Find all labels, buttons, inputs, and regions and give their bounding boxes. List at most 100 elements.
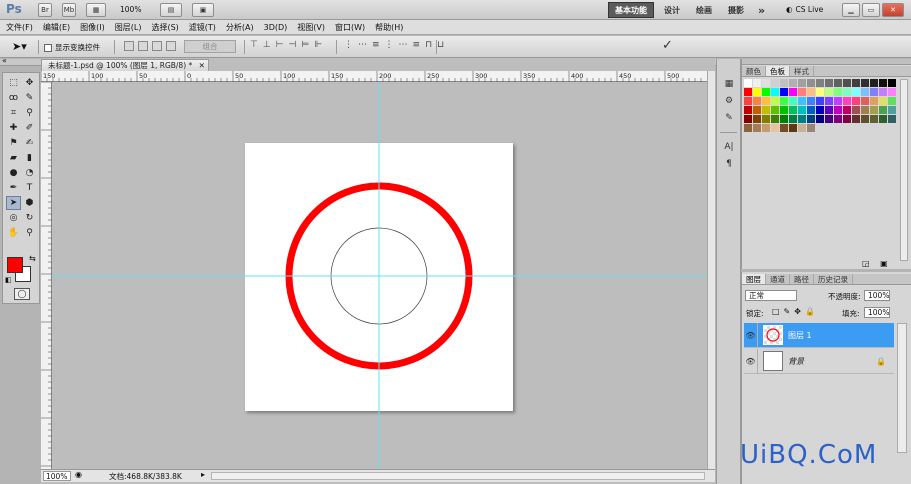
menu-filter[interactable]: 滤镜(T) [189, 22, 216, 33]
swatch[interactable] [753, 97, 761, 105]
lock-icons[interactable]: □✎✥🔒 [772, 307, 819, 316]
swatch[interactable] [879, 106, 887, 114]
swatch[interactable] [843, 88, 851, 96]
restore-button[interactable]: ▭ [862, 3, 880, 17]
paragraph-panel-icon[interactable]: ¶ [720, 157, 738, 171]
marquee-tool-icon[interactable]: ⬚ [6, 76, 21, 90]
tab-color[interactable]: 颜色 [742, 66, 766, 76]
swatch[interactable] [798, 124, 806, 132]
arrange-button[interactable]: ▤ [160, 3, 182, 17]
canvas-area[interactable] [52, 82, 707, 469]
path-select-tool-icon[interactable]: ➤ [6, 196, 21, 210]
swatch[interactable] [789, 106, 797, 114]
swatch[interactable] [870, 79, 878, 87]
gradient-tool-icon[interactable]: ▮ [22, 151, 37, 165]
swatch[interactable] [807, 88, 815, 96]
swatch[interactable] [744, 124, 752, 132]
menu-window[interactable]: 窗口(W) [335, 22, 365, 33]
move-tool-icon[interactable]: ✥ [22, 76, 37, 90]
swatch[interactable] [888, 106, 896, 114]
swatch[interactable] [753, 124, 761, 132]
document-tab[interactable]: 未标题-1.psd @ 100% (图层 1, RGB/8) * ✕ [41, 59, 209, 71]
swatch[interactable] [861, 88, 869, 96]
tab-paths[interactable]: 路径 [790, 274, 814, 284]
swatch[interactable] [753, 88, 761, 96]
swatch[interactable] [870, 97, 878, 105]
swatch[interactable] [753, 79, 761, 87]
swatch[interactable] [852, 106, 860, 114]
swatch[interactable] [879, 97, 887, 105]
swatch[interactable] [807, 97, 815, 105]
tab-channels[interactable]: 通道 [766, 274, 790, 284]
commit-icon[interactable]: ✓ [662, 38, 673, 53]
workspace-photography[interactable]: 摄影 [722, 2, 750, 18]
tab-styles[interactable]: 样式 [790, 66, 814, 76]
view-extras-button[interactable]: ▦ [86, 3, 106, 17]
swatch[interactable] [780, 97, 788, 105]
minimize-button[interactable]: ▁ [842, 3, 860, 17]
layer-row-background[interactable]: 👁 背景 🔒 [744, 348, 894, 374]
path-op-icon[interactable] [166, 41, 176, 51]
swatch[interactable] [798, 106, 806, 114]
blend-mode-select[interactable]: 正常 [745, 290, 797, 301]
close-button[interactable]: ✕ [882, 3, 904, 17]
ruler-vertical[interactable] [41, 82, 52, 469]
swatch[interactable] [843, 115, 851, 123]
visibility-eye-icon[interactable]: 👁 [744, 348, 758, 374]
swatch[interactable] [798, 115, 806, 123]
swatch[interactable] [798, 79, 806, 87]
swatch[interactable] [762, 106, 770, 114]
eraser-tool-icon[interactable]: ▰ [6, 151, 21, 165]
swatch[interactable] [780, 79, 788, 87]
swatch[interactable] [771, 124, 779, 132]
cs-live[interactable]: ◐ CS Live [786, 5, 823, 14]
swatch[interactable] [762, 115, 770, 123]
swatch[interactable] [744, 115, 752, 123]
swatch[interactable] [870, 106, 878, 114]
bridge-button[interactable]: Br [38, 3, 52, 17]
swatch[interactable] [816, 88, 824, 96]
layer-row-1[interactable]: 👁 图层 1 [744, 322, 894, 348]
swatch[interactable] [861, 106, 869, 114]
swatch[interactable] [771, 106, 779, 114]
checkbox[interactable] [44, 43, 52, 52]
swatch[interactable] [780, 124, 788, 132]
horizontal-scrollbar[interactable] [211, 472, 705, 480]
swatch[interactable] [762, 124, 770, 132]
path-op-icon[interactable] [124, 41, 134, 51]
healing-tool-icon[interactable]: ✚ [6, 121, 21, 135]
swatch[interactable] [762, 97, 770, 105]
swatch-scrollbar[interactable] [900, 79, 908, 261]
move-tool-preset-icon[interactable]: ➤▾ [12, 40, 27, 53]
swatch[interactable] [825, 115, 833, 123]
swatch[interactable] [771, 88, 779, 96]
zoom-level[interactable]: 100% [120, 5, 141, 14]
swatch[interactable] [843, 106, 851, 114]
swatch[interactable] [744, 88, 752, 96]
vertical-scrollbar[interactable] [707, 71, 715, 469]
panel-bottom-icons[interactable]: ◲ ▣ [862, 259, 892, 268]
more-workspaces[interactable]: » [752, 2, 771, 18]
swatch[interactable] [816, 115, 824, 123]
zoom-field[interactable]: 100% [43, 471, 71, 481]
swatch[interactable] [789, 97, 797, 105]
swatch[interactable] [852, 115, 860, 123]
swatch[interactable] [744, 97, 752, 105]
minibridge-button[interactable]: Mb [62, 3, 76, 17]
combine-button[interactable]: 组合 [184, 40, 236, 53]
swatch[interactable] [771, 115, 779, 123]
swatch[interactable] [807, 115, 815, 123]
menu-view[interactable]: 视图(V) [297, 22, 325, 33]
swatch[interactable] [807, 79, 815, 87]
swatch[interactable] [870, 88, 878, 96]
crop-tool-icon[interactable]: ⌗ [6, 106, 21, 120]
blur-tool-icon[interactable]: ● [6, 166, 21, 180]
tab-history[interactable]: 历史记录 [814, 274, 853, 284]
swatch[interactable] [888, 115, 896, 123]
swatch[interactable] [744, 106, 752, 114]
swatch[interactable] [771, 97, 779, 105]
swatch[interactable] [825, 79, 833, 87]
swatch[interactable] [807, 106, 815, 114]
history-brush-icon[interactable]: ✍ [22, 136, 37, 150]
brush-tool-icon[interactable]: ✐ [22, 121, 37, 135]
